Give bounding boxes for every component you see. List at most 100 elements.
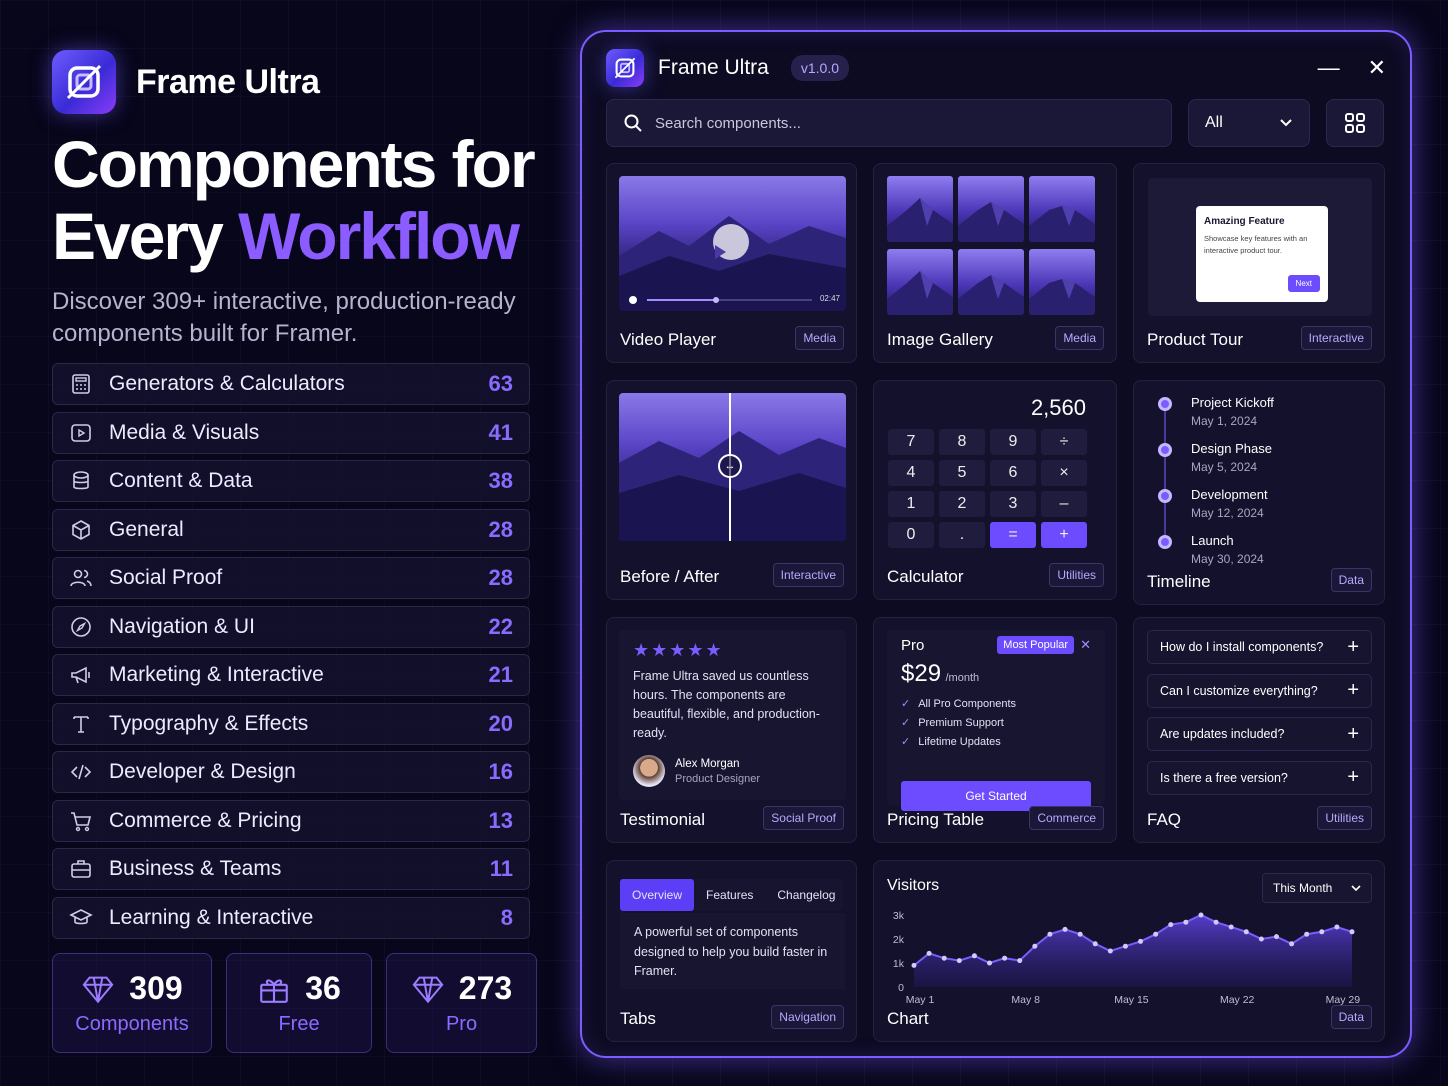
- card-timeline[interactable]: Project Kickoff May 1, 2024 Design Phase Ma…: [1133, 380, 1385, 605]
- chart-point: [1198, 912, 1204, 918]
- category-item[interactable]: General 28: [52, 508, 530, 551]
- gallery-image[interactable]: [887, 176, 953, 242]
- calculator-key[interactable]: 3: [990, 491, 1036, 517]
- category-item[interactable]: Developer & Design 16: [52, 751, 530, 793]
- faq-question: Can I customize everything?: [1160, 683, 1318, 698]
- hero-subtitle: Discover 309+ interactive, production-re…: [52, 286, 542, 350]
- card-calculator[interactable]: 2,560 7 8 9 ÷ 4 5 6 × 1 2 3– 0. = + Calculator Utilit…: [873, 380, 1117, 600]
- calculator-key[interactable]: 0: [888, 522, 934, 548]
- gallery-image[interactable]: [958, 248, 1024, 315]
- app-logo-icon: [606, 49, 644, 87]
- category-count: 8: [500, 904, 513, 930]
- grid-view-button[interactable]: [1326, 99, 1384, 147]
- plus-icon[interactable]: +: [1347, 766, 1359, 789]
- app-window: Frame Ultra v1.0.0 — ✕ Search components…: [580, 30, 1412, 1058]
- feature-text: All Pro Components: [918, 697, 1017, 710]
- card-image-gallery[interactable]: Image Gallery Media: [873, 163, 1117, 363]
- calculator-key[interactable]: 7: [888, 429, 934, 455]
- users-icon: [69, 566, 93, 590]
- video-progress[interactable]: [629, 296, 814, 304]
- faq-item[interactable]: Is there a free version? +: [1147, 760, 1372, 795]
- calculator-key[interactable]: =: [990, 522, 1036, 548]
- calculator-key[interactable]: 9: [990, 429, 1036, 455]
- card-video-player[interactable]: 02:47 Video Player Media: [606, 163, 857, 363]
- check-icon: ✓: [901, 717, 911, 729]
- card-before-after[interactable]: ↔ Before / After Interactive: [606, 380, 857, 600]
- chart-point: [1304, 931, 1310, 937]
- avatar: [633, 755, 665, 787]
- category-item[interactable]: Content & Data 38: [52, 460, 530, 502]
- plan-name: Pro: [901, 636, 925, 654]
- app-title: Frame Ultra: [658, 56, 769, 79]
- card-product-tour[interactable]: Amazing Feature Showcase key features wi…: [1133, 163, 1385, 363]
- plus-icon[interactable]: +: [1347, 636, 1359, 659]
- card-faq[interactable]: How do I install components? + Can I custo…: [1133, 617, 1385, 843]
- calculator-key[interactable]: ×: [1041, 460, 1087, 486]
- faq-item[interactable]: Are updates included? +: [1147, 717, 1372, 751]
- calculator-key[interactable]: 4: [888, 460, 934, 486]
- calculator-key[interactable]: 2: [939, 491, 985, 517]
- tab-overview[interactable]: Overview: [620, 879, 695, 911]
- category-count: 20: [488, 710, 513, 736]
- card-pricing-table[interactable]: Pro Most Popular ✕ $29 /month ✓ All Pro C…: [873, 617, 1117, 843]
- plan-feature: ✓ Premium Support: [901, 713, 1091, 732]
- card-tabs[interactable]: Overview Features Changelog A powerful set…: [606, 860, 857, 1042]
- card-name: Tabs: [620, 1009, 656, 1028]
- calculator-key[interactable]: +: [1041, 522, 1087, 548]
- category-item[interactable]: Learning & Interactive 8: [52, 896, 530, 939]
- category-item[interactable]: Social Proof 28: [52, 557, 530, 599]
- calculator-key[interactable]: 6: [990, 460, 1036, 486]
- chevron-down-icon: [1280, 119, 1292, 127]
- timeline-dot: [1158, 443, 1172, 457]
- category-item[interactable]: Generators & Calculators 63: [52, 363, 530, 405]
- chart-point: [1213, 919, 1219, 925]
- tour-popover: Amazing Feature Showcase key features wi…: [1196, 206, 1328, 302]
- plus-icon[interactable]: +: [1347, 723, 1359, 746]
- category-item[interactable]: Commerce & Pricing 13: [52, 799, 530, 842]
- minimize-icon[interactable]: —: [1318, 55, 1340, 81]
- tab-content: A powerful set of components designed to…: [620, 913, 845, 989]
- card-chart[interactable]: Visitors This Month 3k 2k 1k 0 May 1 May 8 May…: [873, 860, 1385, 1042]
- calculator-key[interactable]: –: [1041, 491, 1087, 517]
- gallery-image[interactable]: [1029, 248, 1095, 315]
- close-icon[interactable]: ✕: [1368, 55, 1386, 81]
- tab-changelog[interactable]: Changelog: [765, 879, 847, 911]
- calculator-key[interactable]: ÷: [1041, 429, 1087, 455]
- tour-next-button[interactable]: Next: [1287, 275, 1320, 292]
- faq-item[interactable]: Can I customize everything? +: [1147, 673, 1372, 708]
- calculator-key[interactable]: 8: [939, 429, 985, 455]
- code-icon: [69, 760, 93, 784]
- chart-point: [1243, 929, 1249, 935]
- stat-label: Components: [75, 1013, 189, 1035]
- category-count: 41: [488, 419, 513, 445]
- tab-features[interactable]: Features: [694, 879, 765, 911]
- faq-question: How do I install components?: [1160, 640, 1324, 654]
- calculator-key[interactable]: .: [939, 522, 985, 548]
- plus-icon[interactable]: +: [1347, 679, 1359, 702]
- category-item[interactable]: Navigation & UI 22: [52, 605, 530, 648]
- timeline-date: May 5, 2024: [1191, 460, 1258, 474]
- filter-select[interactable]: All: [1188, 99, 1310, 147]
- search-input[interactable]: Search components...: [606, 99, 1172, 147]
- category-item[interactable]: Marketing & Interactive 21: [52, 654, 530, 696]
- close-icon[interactable]: ✕: [1080, 637, 1091, 653]
- card-name: Before / After: [620, 567, 720, 586]
- database-icon: [69, 469, 93, 493]
- calculator-key[interactable]: 1: [888, 491, 934, 517]
- card-testimonial[interactable]: ★★★★★ Frame Ultra saved us countless hou…: [606, 617, 857, 843]
- cart-icon: [69, 809, 93, 833]
- play-icon[interactable]: [713, 224, 749, 260]
- gallery-image[interactable]: [1029, 176, 1095, 242]
- category-item[interactable]: Typography & Effects 20: [52, 702, 530, 745]
- calculator-key[interactable]: 5: [939, 460, 985, 486]
- gallery-image[interactable]: [887, 248, 953, 315]
- drag-handle-icon[interactable]: ↔: [718, 454, 742, 478]
- chart-point: [1273, 934, 1279, 940]
- chart-point: [1017, 958, 1023, 964]
- category-item[interactable]: Media & Visuals 41: [52, 411, 530, 454]
- faq-item[interactable]: How do I install components? +: [1147, 630, 1372, 664]
- category-item[interactable]: Business & Teams 11: [52, 848, 530, 890]
- gallery-image[interactable]: [958, 176, 1024, 242]
- chart-range-select[interactable]: This Month: [1262, 873, 1372, 903]
- category-label: General: [109, 517, 184, 541]
